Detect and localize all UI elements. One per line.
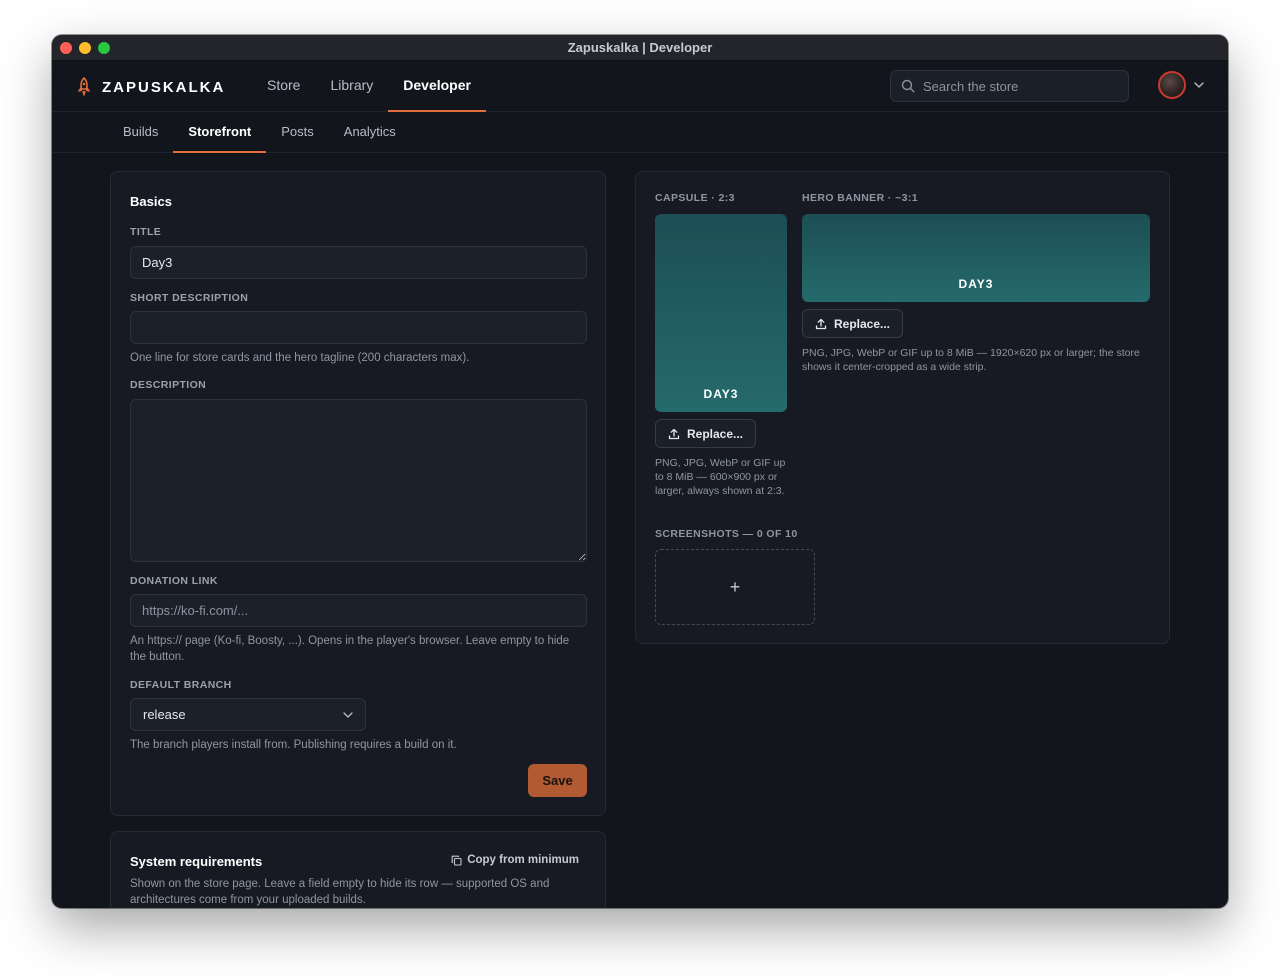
nav-library[interactable]: Library <box>315 61 388 112</box>
screenshots-label: SCREENSHOTS — 0 OF 10 <box>655 528 798 540</box>
copy-from-minimum-button[interactable]: Copy from minimum <box>451 854 579 866</box>
hero-game-name: DAY3 <box>958 277 994 291</box>
user-menu[interactable] <box>1158 71 1204 99</box>
donation-link-input[interactable] <box>130 594 587 627</box>
replace-hero-label: Replace... <box>833 316 891 331</box>
description-textarea[interactable] <box>130 399 587 562</box>
capsule-image: DAY3 <box>655 214 787 412</box>
title-label: TITLE <box>130 226 162 238</box>
save-button[interactable]: Save <box>528 764 587 797</box>
default-branch-value: release <box>143 707 186 722</box>
capsule-label: CAPSULE · 2:3 <box>655 192 735 204</box>
replace-capsule-label: Replace... <box>686 426 744 441</box>
replace-hero-button[interactable]: Replace... <box>802 309 903 338</box>
upload-icon <box>668 428 680 439</box>
system-requirements-card: System requirements Copy from minimum Sh… <box>110 831 606 908</box>
plus-icon: + <box>729 576 741 597</box>
hero-banner-label: HERO BANNER · ~3:1 <box>802 192 919 204</box>
replace-capsule-button[interactable]: Replace... <box>655 419 756 448</box>
search-input[interactable] <box>923 78 1113 94</box>
system-requirements-title: System requirements <box>130 854 263 869</box>
window-controls <box>60 42 110 54</box>
chevron-down-icon[interactable] <box>1194 82 1204 88</box>
tab-storefront[interactable]: Storefront <box>173 112 267 153</box>
capsule-help: PNG, JPG, WebP or GIF up to 8 MiB — 600×… <box>655 457 786 497</box>
default-branch-help: The branch players install from. Publish… <box>130 739 457 751</box>
close-window-button[interactable] <box>60 42 72 54</box>
description-label: DESCRIPTION <box>130 379 207 391</box>
avatar[interactable] <box>1158 71 1186 99</box>
default-branch-select[interactable]: release <box>130 698 366 731</box>
top-navigation: ZAPUSKALKA Store Library Developer <box>52 61 1228 112</box>
artwork-card: CAPSULE · 2:3 HERO BANNER · ~3:1 DAY3 DA… <box>635 171 1170 644</box>
store-search[interactable] <box>890 70 1129 102</box>
tab-builds[interactable]: Builds <box>108 112 173 153</box>
copy-icon <box>451 855 462 866</box>
copy-from-minimum-label: Copy from minimum <box>467 854 579 866</box>
default-branch-label: DEFAULT BRANCH <box>130 679 232 691</box>
short-description-help: One line for store cards and the hero ta… <box>130 352 470 364</box>
capsule-game-name: DAY3 <box>703 387 739 401</box>
minimize-window-button[interactable] <box>79 42 91 54</box>
add-screenshot-button[interactable]: + <box>655 549 815 625</box>
donation-link-label: DONATION LINK <box>130 575 218 587</box>
search-icon <box>901 79 915 93</box>
main-nav: Store Library Developer <box>252 61 486 112</box>
app-window: Zapuskalka | Developer ZAPUSKALKA Store … <box>52 35 1228 908</box>
hero-banner-image: DAY3 <box>802 214 1150 302</box>
brand-name: ZAPUSKALKA <box>102 78 226 96</box>
rocket-icon <box>78 77 90 96</box>
donation-link-help: An https:// page (Ko-fi, Boosty, ...). O… <box>130 635 570 663</box>
nav-developer[interactable]: Developer <box>388 61 486 112</box>
title-input[interactable] <box>130 246 587 279</box>
title-bar: Zapuskalka | Developer <box>52 35 1228 61</box>
upload-icon <box>815 318 827 329</box>
chevron-down-icon <box>343 711 353 718</box>
window-title: Zapuskalka | Developer <box>567 40 713 55</box>
short-description-input[interactable] <box>130 311 587 344</box>
short-description-label: SHORT DESCRIPTION <box>130 292 249 304</box>
developer-subnav: Builds Storefront Posts Analytics <box>52 112 1228 153</box>
logo[interactable]: ZAPUSKALKA <box>76 77 225 97</box>
nav-store[interactable]: Store <box>252 61 315 112</box>
basics-title: Basics <box>130 194 172 209</box>
basics-card: Basics TITLE SHORT DESCRIPTION One line … <box>110 171 606 816</box>
tab-posts[interactable]: Posts <box>266 112 329 153</box>
subnav-tabs: Builds Storefront Posts Analytics <box>108 112 411 153</box>
maximize-window-button[interactable] <box>98 42 110 54</box>
tab-analytics[interactable]: Analytics <box>329 112 411 153</box>
system-requirements-help: Shown on the store page. Leave a field e… <box>130 878 550 906</box>
hero-banner-help: PNG, JPG, WebP or GIF up to 8 MiB — 1920… <box>802 347 1140 373</box>
